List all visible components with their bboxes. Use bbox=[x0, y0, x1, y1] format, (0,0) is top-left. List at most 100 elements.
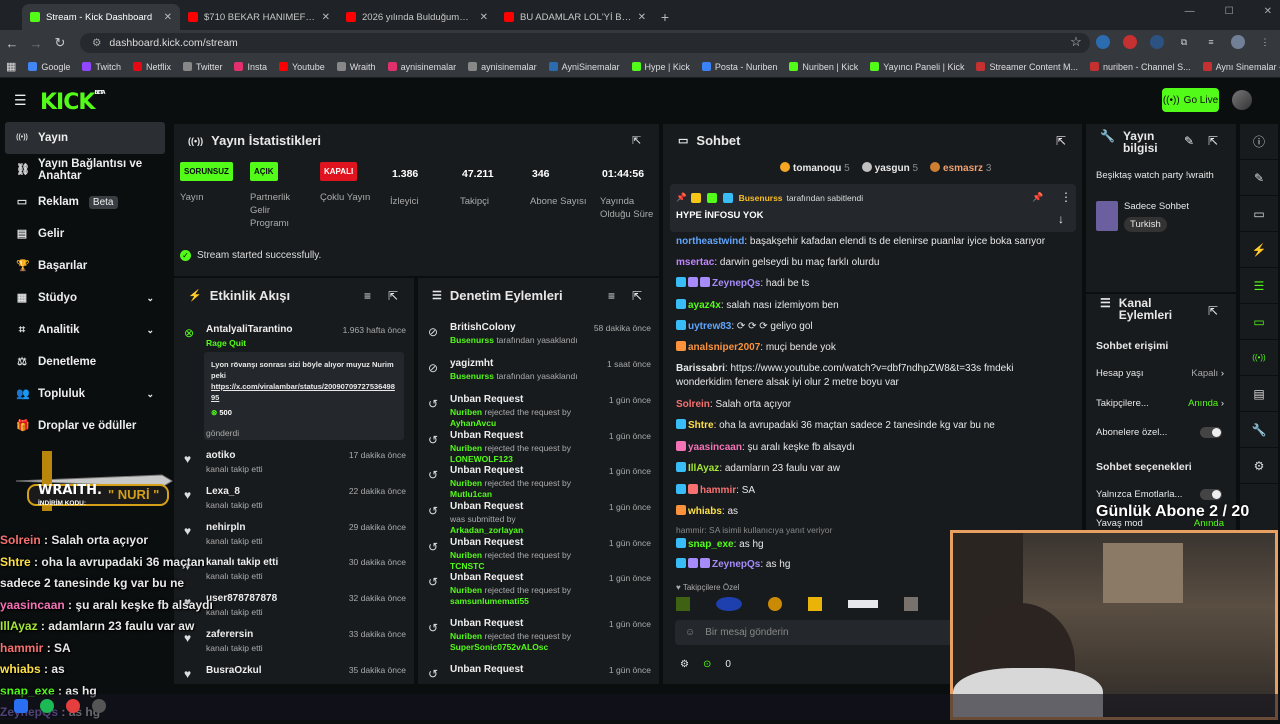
moderator-name[interactable]: Nuriben bbox=[450, 443, 482, 453]
sidebar-item-5[interactable]: ▦ Stüdyo ⌄ bbox=[0, 282, 172, 314]
lightning-icon[interactable]: ⚡ bbox=[1240, 232, 1278, 268]
settings-icon[interactable]: ⚙ bbox=[1240, 448, 1278, 484]
bookmark-link[interactable]: aynisinemalar bbox=[387, 62, 456, 72]
chat-username[interactable]: ZeynepQs bbox=[712, 278, 760, 289]
chat-username[interactable]: ZeynepQs bbox=[712, 559, 760, 570]
extension-icon[interactable] bbox=[1096, 35, 1110, 49]
popout-icon[interactable]: ⇱ bbox=[632, 134, 641, 147]
category-thumbnail[interactable] bbox=[1096, 201, 1118, 231]
sidebar-item-3[interactable]: ▤ Gelir bbox=[0, 218, 172, 250]
target-user[interactable]: Arkadan_zorlayan bbox=[450, 525, 523, 535]
moderator-name[interactable]: Nuriben bbox=[450, 585, 482, 595]
bookmark-link[interactable]: Streamer Content M... bbox=[976, 62, 1078, 72]
extensions-puzzle-icon[interactable]: ⧉ bbox=[1177, 35, 1191, 49]
bookmark-link[interactable]: Aynı Sinemalar - Ça... bbox=[1202, 62, 1280, 72]
sidebar-item-2[interactable]: ▭ Reklam Beta bbox=[0, 186, 172, 218]
category-name[interactable]: Sadece Sohbet bbox=[1124, 201, 1189, 212]
taskbar-app-icon[interactable] bbox=[40, 699, 54, 713]
media-icon[interactable]: ≡ bbox=[1204, 35, 1218, 49]
collapse-arrow-icon[interactable]: ↓ bbox=[1058, 212, 1064, 226]
popout-icon[interactable]: ⇱ bbox=[388, 289, 398, 303]
moderation-title[interactable]: yagizmht bbox=[450, 358, 493, 369]
chat-input[interactable]: ☺ Bir mesaj gönderin bbox=[675, 620, 955, 645]
emote-icon[interactable] bbox=[848, 600, 878, 608]
list-icon[interactable]: ☰ bbox=[1240, 268, 1278, 304]
target-user[interactable]: samsunlumemati55 bbox=[450, 596, 529, 606]
taskbar-app-icon[interactable] bbox=[14, 699, 28, 713]
bookmark-link[interactable]: nuriben - Channel S... bbox=[1090, 62, 1191, 72]
popout-icon[interactable]: ⇱ bbox=[1056, 134, 1066, 148]
moderation-title[interactable]: Unban Request bbox=[450, 537, 523, 548]
settings-icon[interactable]: ⚙ bbox=[680, 659, 689, 670]
chat-username[interactable]: hammir bbox=[700, 485, 736, 496]
url-field[interactable]: ⚙ dashboard.kick.com/stream bbox=[80, 33, 1090, 53]
edit-icon[interactable]: ✎ bbox=[1240, 160, 1278, 196]
sidebar-item-6[interactable]: ⌗ Analitik ⌄ bbox=[0, 314, 172, 346]
info-icon[interactable]: ⓘ bbox=[1240, 124, 1278, 160]
broadcast-icon[interactable]: ((•)) bbox=[1240, 340, 1278, 376]
bookmark-link[interactable]: Nuriben | Kick bbox=[789, 62, 858, 72]
edit-icon[interactable]: ✎ bbox=[1184, 134, 1194, 148]
moderator-name[interactable]: Busenurss bbox=[450, 335, 494, 345]
reload-icon[interactable]: ↻ bbox=[48, 35, 72, 51]
chat-username[interactable]: IllAyaz bbox=[688, 463, 719, 474]
bookmark-link[interactable]: Twitter bbox=[182, 62, 222, 72]
popout-icon[interactable]: ⇱ bbox=[1208, 304, 1218, 318]
bookmark-link[interactable]: Twitch bbox=[82, 62, 121, 72]
browser-tab[interactable]: BU ADAMLAR LOL'Yİ BU SEFER ✕ bbox=[496, 4, 654, 30]
moderation-title[interactable]: Unban Request bbox=[450, 664, 523, 675]
forward-icon[interactable]: → bbox=[24, 36, 48, 51]
bookmark-link[interactable]: Netflix bbox=[132, 62, 171, 72]
chat-username[interactable]: snap_exe bbox=[688, 539, 734, 550]
browser-tab[interactable]: Stream - Kick Dashboard ✕ bbox=[22, 4, 180, 30]
moderator-name[interactable]: Nuriben bbox=[450, 478, 482, 488]
new-tab-icon[interactable]: + bbox=[654, 4, 676, 30]
chat-username[interactable]: Solrein bbox=[676, 399, 710, 410]
activity-link[interactable]: https://x.com/viralambar/status/20090709… bbox=[211, 381, 397, 403]
site-info-icon[interactable]: ⚙ bbox=[92, 37, 101, 49]
bookmark-link[interactable]: Yayıncı Paneli | Kick bbox=[870, 62, 964, 72]
emoji-icon[interactable]: ☺ bbox=[685, 627, 695, 638]
emote-only-toggle[interactable] bbox=[1200, 489, 1222, 500]
top-gifter[interactable]: esmasrz 3 bbox=[930, 162, 991, 174]
emote-icon[interactable] bbox=[904, 597, 918, 611]
account-age-row[interactable]: Hesap yaşı Kapalı › bbox=[1096, 368, 1224, 379]
close-window-icon[interactable]: ✕ bbox=[1264, 6, 1272, 17]
bookmark-link[interactable]: Posta - Nuriben bbox=[701, 62, 777, 72]
moderation-title[interactable]: Unban Request bbox=[450, 430, 523, 441]
moderation-title[interactable]: Unban Request bbox=[450, 501, 523, 512]
go-live-button[interactable]: ((•)) Go Live bbox=[1162, 88, 1219, 112]
bookmark-link[interactable]: Google bbox=[28, 62, 70, 72]
target-user[interactable]: LONEWOLF123 bbox=[450, 454, 513, 464]
sidebar-item-1[interactable]: ⛓ Yayın Bağlantısı ve Anahtar bbox=[0, 154, 172, 186]
maximize-icon[interactable]: ☐ bbox=[1225, 6, 1234, 17]
kick-logo[interactable]: KICKBETA bbox=[40, 90, 106, 115]
menu-icon[interactable]: ⋮ bbox=[1258, 35, 1272, 49]
extension-icon[interactable] bbox=[1123, 35, 1137, 49]
bookmark-link[interactable]: Wraith bbox=[336, 62, 376, 72]
filter-icon[interactable]: ≡ bbox=[364, 289, 371, 303]
user-avatar[interactable] bbox=[1232, 90, 1252, 110]
target-user[interactable]: Mutlu1can bbox=[450, 489, 492, 499]
taskbar-app-icon[interactable] bbox=[92, 699, 106, 713]
chat-username[interactable]: yaasincaan bbox=[688, 442, 742, 453]
profile-icon[interactable] bbox=[1231, 35, 1245, 49]
moderator-name[interactable]: Busenurss bbox=[450, 371, 494, 381]
chevron-down-icon[interactable]: ⌄ bbox=[146, 325, 154, 336]
sidebar-item-7[interactable]: ⚖ Denetleme bbox=[0, 346, 172, 378]
emote-icon[interactable] bbox=[768, 597, 782, 611]
close-tab-icon[interactable]: ✕ bbox=[638, 12, 646, 23]
close-tab-icon[interactable]: ✕ bbox=[322, 12, 330, 23]
moderator-name[interactable]: Nuriben bbox=[450, 550, 482, 560]
subs-only-toggle[interactable] bbox=[1200, 427, 1222, 438]
chat-username[interactable]: Barissabri bbox=[676, 363, 725, 374]
popout-icon[interactable]: ⇱ bbox=[632, 289, 642, 303]
card-icon[interactable]: ▭ bbox=[1240, 196, 1278, 232]
top-gifter[interactable]: tomanoqu 5 bbox=[780, 162, 850, 174]
chevron-down-icon[interactable]: ⌄ bbox=[146, 389, 154, 400]
emote-icon[interactable] bbox=[808, 597, 822, 611]
moderator-name[interactable]: Nuriben bbox=[450, 407, 482, 417]
emote-icon[interactable] bbox=[676, 597, 690, 611]
filter-icon[interactable]: ≡ bbox=[608, 289, 615, 303]
sidebar-item-4[interactable]: 🏆 Başarılar bbox=[0, 250, 172, 282]
